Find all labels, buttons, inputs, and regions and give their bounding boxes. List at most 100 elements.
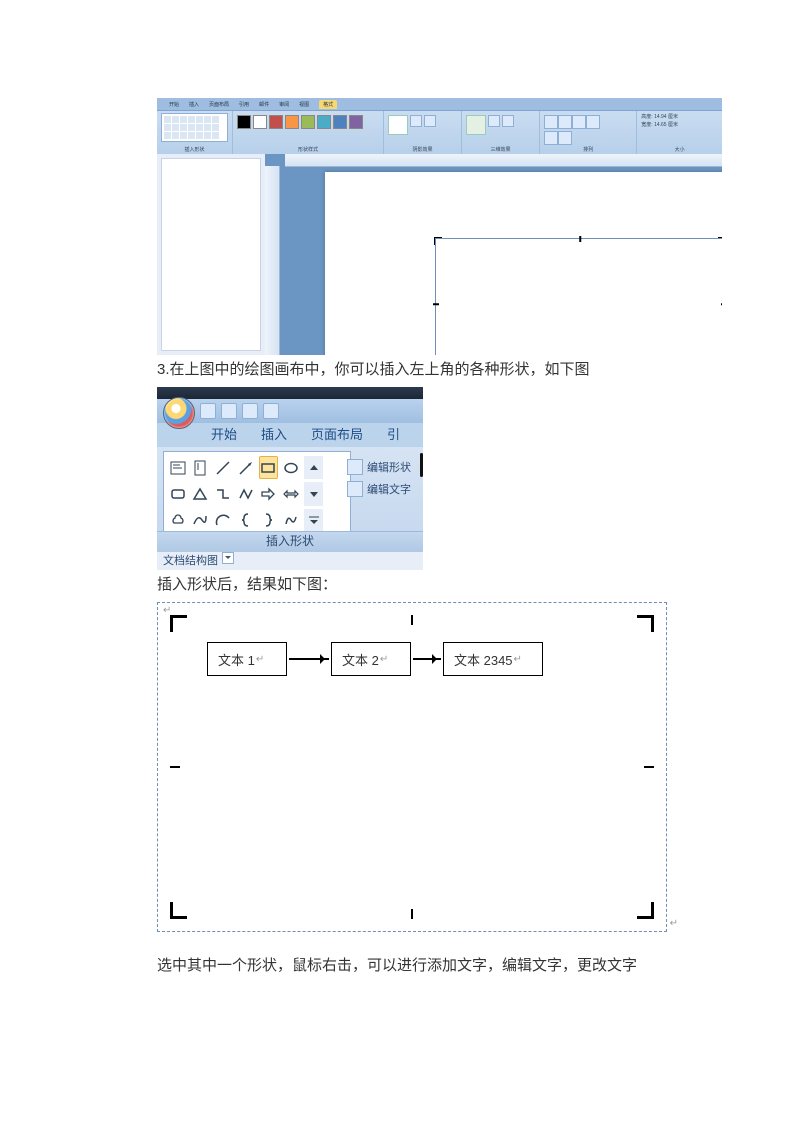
group-label: 大小: [641, 146, 718, 154]
tab-ref[interactable]: 引: [375, 420, 412, 447]
group-arrange: 排列: [540, 111, 637, 154]
style-preview-edge: [420, 453, 423, 477]
group-label: 阴影效果: [388, 146, 457, 154]
shape-doublearrow-icon[interactable]: [281, 482, 301, 505]
gallery-more-icon[interactable]: [304, 509, 324, 532]
tab[interactable]: 页面布局: [209, 101, 229, 108]
swatch[interactable]: [269, 115, 283, 129]
ribbon: 开始 插入 页面布局 引用 邮件 审阅 视图 格式 插入形状: [157, 98, 722, 155]
tab[interactable]: 插入: [189, 101, 199, 108]
group-shape-style: 形状样式: [233, 111, 384, 154]
tab-insert[interactable]: 插入: [249, 420, 299, 447]
doc-structure-label[interactable]: 文档结构图: [163, 552, 234, 570]
group-3d: 三维效果: [462, 111, 540, 154]
shape-triangle-icon[interactable]: [191, 482, 211, 505]
swatch[interactable]: [349, 115, 363, 129]
tab-home[interactable]: 开始: [199, 420, 249, 447]
text-right-click-info: 选中其中一个形状，鼠标右击，可以进行添加文字，编辑文字，更改文字: [157, 954, 697, 975]
swatch[interactable]: [237, 115, 251, 129]
mid-handle-right[interactable]: [644, 766, 654, 768]
screenshot-word-full: 开始 插入 页面布局 引用 邮件 审阅 视图 格式 插入形状: [157, 98, 722, 355]
paragraph-mark-icon: ↵: [670, 918, 678, 929]
ribbon-tabs: 开始 插入 页面布局 引用 邮件 审阅 视图 格式: [157, 98, 722, 111]
gallery-expand-icon[interactable]: [326, 456, 346, 532]
dropdown-icon[interactable]: [222, 552, 234, 564]
step-3-text: 3.在上图中的绘图画布中，你可以插入左上角的各种形状，如下图: [157, 359, 677, 381]
arrow-connector-2[interactable]: [413, 658, 441, 660]
shape-elbow-icon[interactable]: [213, 482, 233, 505]
text-after-insert: 插入形状后，结果如下图：: [157, 573, 677, 594]
shape-freeform-icon[interactable]: [281, 509, 301, 532]
shape-curve-icon[interactable]: [191, 509, 211, 532]
ribbon-band: 编辑形状 编辑文字 插入形状: [157, 447, 423, 551]
text-box-3[interactable]: 文本 2345↵: [443, 642, 543, 676]
shape-cloud-icon[interactable]: [168, 509, 188, 532]
text-box-2[interactable]: 文本 2↵: [331, 642, 411, 676]
shape-gallery[interactable]: [163, 451, 351, 537]
qat-more-icon[interactable]: [263, 403, 279, 419]
document-page: 开始 插入 页面布局 引用 邮件 审阅 视图 格式 插入形状: [0, 0, 800, 975]
swatch[interactable]: [285, 115, 299, 129]
shape-block-arrow-icon[interactable]: [259, 482, 279, 505]
size-w-label: 宽度:: [641, 122, 652, 128]
group-size: 高度: 14.94 厘米 宽度: 14.65 厘米 大小: [637, 111, 722, 154]
edit-text-icon: [347, 481, 363, 497]
mid-handle-top[interactable]: [411, 615, 413, 625]
qat-save-icon[interactable]: [200, 403, 216, 419]
tab[interactable]: 视图: [299, 101, 309, 108]
group-shadow: 阴影效果: [384, 111, 462, 154]
group-label: 三维效果: [466, 146, 535, 154]
drawing-canvas-selected[interactable]: [435, 238, 722, 355]
shape-lbrace-icon[interactable]: [236, 509, 256, 532]
shape-roundrect-icon[interactable]: [168, 482, 188, 505]
swatch[interactable]: [253, 115, 267, 129]
shape-rbrace-icon[interactable]: [259, 509, 279, 532]
drawing-canvas-result[interactable]: ↵ 文本 1↵ 文本 2↵ 文本 2345↵ ↵: [157, 602, 667, 932]
canvas-selection[interactable]: 文本 1↵ 文本 2↵ 文本 2345↵: [172, 617, 652, 917]
swatch[interactable]: [333, 115, 347, 129]
group-label: 插入形状: [161, 146, 228, 154]
qat-undo-icon[interactable]: [221, 403, 237, 419]
shape-vtextbox-icon[interactable]: [191, 456, 211, 479]
ruler-vertical[interactable]: [265, 166, 280, 355]
edit-text-button[interactable]: 编辑文字: [347, 481, 417, 497]
edit-shape-icon: [347, 459, 363, 475]
group-label-insertshape: 插入形状: [157, 531, 423, 551]
ribbon-tabs-zoom: 开始 插入 页面布局 引: [157, 423, 423, 447]
navigation-pane[interactable]: [157, 154, 266, 355]
size-h-label: 高度:: [641, 114, 652, 120]
size-h-value[interactable]: 14.94 厘米: [654, 114, 678, 120]
shape-gallery-mini[interactable]: [161, 113, 228, 142]
shape-zigzag-icon[interactable]: [236, 482, 256, 505]
titlebar: [157, 387, 423, 399]
mid-handle-left[interactable]: [170, 766, 180, 768]
shape-arrow-line-icon[interactable]: [236, 456, 256, 479]
shape-arc-icon[interactable]: [213, 509, 233, 532]
arrow-connector-1[interactable]: [289, 658, 329, 660]
shape-textbox-icon[interactable]: [168, 456, 188, 479]
page-paper[interactable]: [325, 172, 722, 355]
mid-handle-bottom[interactable]: [411, 909, 413, 919]
edit-shape-button[interactable]: 编辑形状: [347, 459, 417, 475]
qat-redo-icon[interactable]: [242, 403, 258, 419]
group-label: 形状样式: [237, 146, 379, 154]
tab[interactable]: 引用: [239, 101, 249, 108]
gallery-up-icon[interactable]: [304, 456, 324, 479]
gallery-down-icon[interactable]: [304, 482, 324, 505]
office-button[interactable]: [163, 397, 195, 429]
document-area: [265, 154, 722, 355]
text-box-1[interactable]: 文本 1↵: [207, 642, 287, 676]
style-swatches[interactable]: [237, 115, 379, 129]
swatch[interactable]: [301, 115, 315, 129]
tab[interactable]: 邮件: [259, 101, 269, 108]
swatch[interactable]: [317, 115, 331, 129]
shape-ellipse-icon[interactable]: [281, 456, 301, 479]
ruler-horizontal[interactable]: [285, 154, 722, 167]
tab[interactable]: 审阅: [279, 101, 289, 108]
shape-line-icon[interactable]: [213, 456, 233, 479]
tab-pagelayout[interactable]: 页面布局: [299, 420, 375, 447]
size-w-value[interactable]: 14.65 厘米: [654, 122, 678, 128]
tab[interactable]: 开始: [169, 101, 179, 108]
tab-active[interactable]: 格式: [319, 100, 337, 109]
shape-rectangle-icon[interactable]: [259, 456, 279, 479]
